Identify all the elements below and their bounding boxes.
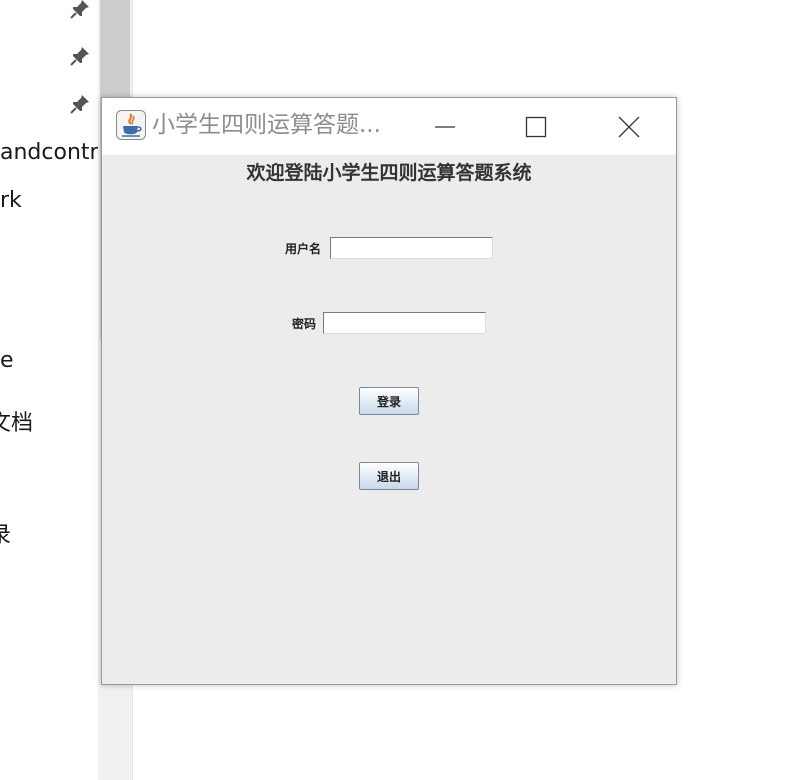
maximize-icon (525, 116, 547, 137)
close-button[interactable] (599, 98, 659, 155)
minimize-icon (435, 125, 455, 128)
password-input[interactable] (323, 312, 486, 334)
exit-button[interactable]: 退出 (359, 462, 419, 490)
pin-icon[interactable] (68, 0, 92, 21)
pin-icon[interactable] (68, 44, 92, 68)
minimize-button[interactable] (415, 98, 475, 155)
title-bar[interactable]: 小学生四则运算答题... (102, 98, 676, 155)
background-explorer: andcontr rk e 文档 录 (0, 0, 100, 780)
java-icon (116, 110, 146, 140)
explorer-item[interactable]: andcontr (0, 142, 99, 164)
password-label: 密码 (292, 317, 317, 331)
login-button[interactable]: 登录 (359, 387, 419, 415)
close-icon (618, 116, 640, 137)
page-title: 欢迎登陆小学生四则运算答题系统 (246, 162, 532, 184)
username-label: 用户名 (285, 242, 322, 256)
username-input[interactable] (330, 237, 493, 259)
explorer-item[interactable]: rk (0, 190, 22, 212)
window-title: 小学生四则运算答题... (152, 112, 381, 138)
pin-icon[interactable] (68, 92, 92, 116)
maximize-button[interactable] (506, 98, 566, 155)
explorer-item[interactable]: 文档 (0, 413, 33, 435)
explorer-item[interactable]: 录 (0, 525, 11, 547)
login-window: 小学生四则运算答题... 欢迎登陆小学生四则运算答题系统 用户名 密码 登录 退… (101, 97, 677, 685)
explorer-item[interactable]: e (0, 350, 14, 372)
